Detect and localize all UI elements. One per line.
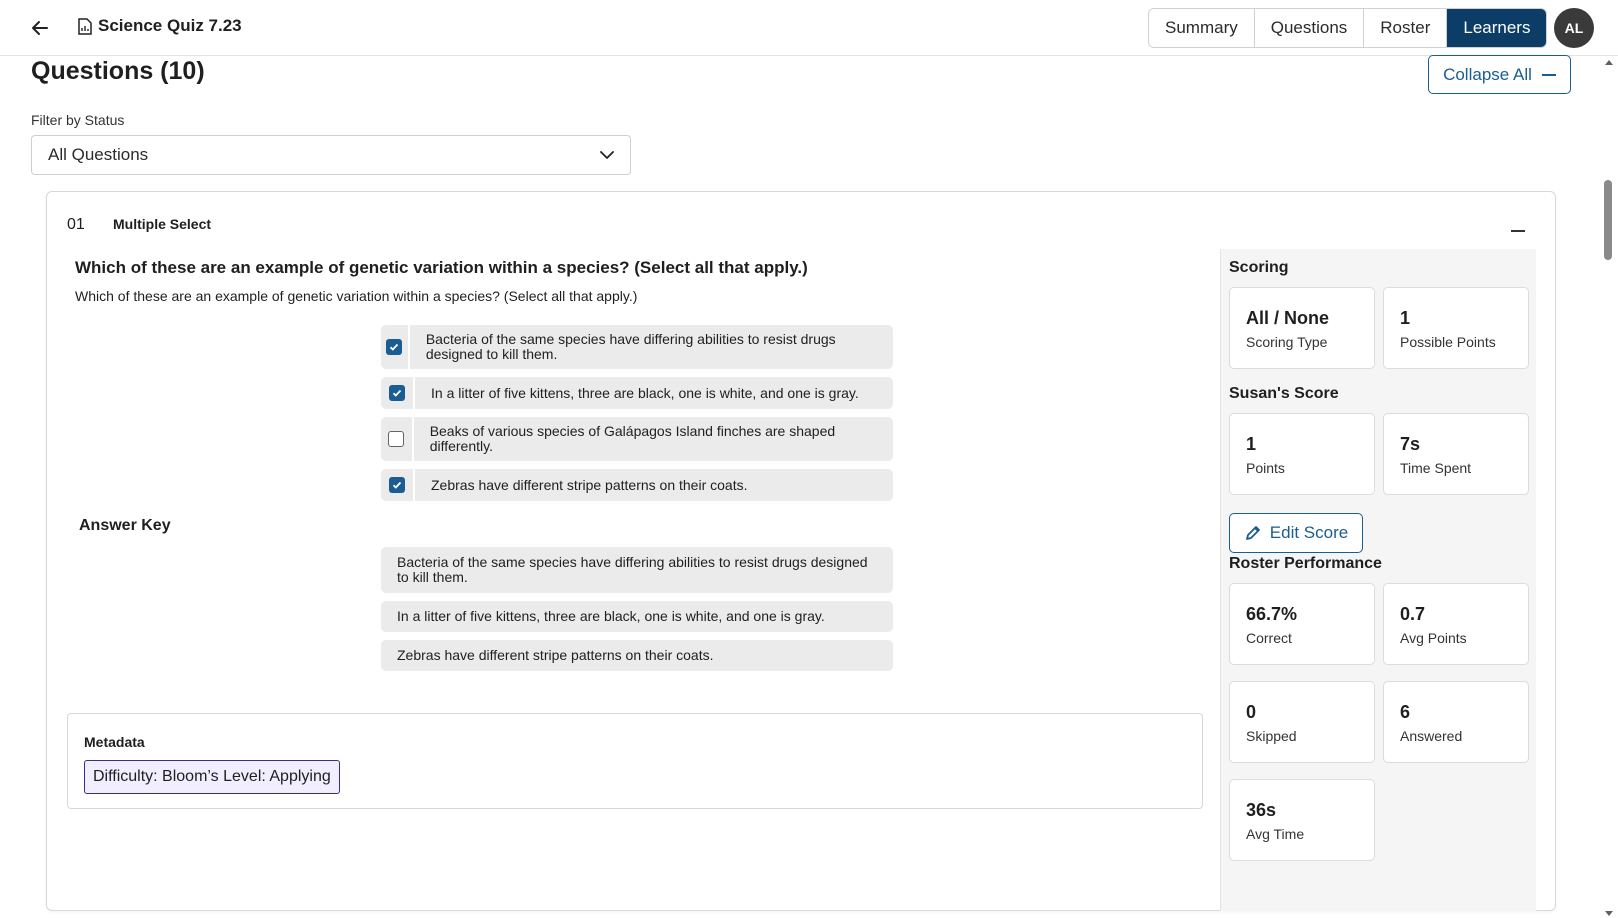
filter-label: Filter by Status: [31, 112, 125, 128]
answer-choice: In a litter of five kittens, three are b…: [381, 377, 893, 409]
checkbox-cell: [381, 325, 410, 369]
collapse-question-button[interactable]: [1509, 218, 1527, 236]
page-scrollbar[interactable]: [1600, 56, 1618, 918]
answered-label: Answered: [1400, 728, 1463, 744]
answer-choice: Bacteria of the same species have differ…: [381, 325, 893, 369]
metadata-box: Metadata Difficulty: Bloom’s Level: Appl…: [67, 713, 1203, 809]
difficulty-tag[interactable]: Difficulty: Bloom’s Level: Applying: [84, 760, 340, 794]
question-type: Multiple Select: [113, 216, 212, 232]
time-spent-card: 7s Time Spent: [1383, 413, 1529, 495]
time-spent-value: 7s: [1400, 434, 1421, 454]
points-label: Points: [1246, 460, 1285, 476]
chevron-down-icon: [600, 151, 614, 159]
scoring-heading: Scoring: [1229, 259, 1289, 276]
checkbox-unchecked: [388, 431, 405, 447]
skipped-card: 0 Skipped: [1229, 681, 1375, 763]
tab-learners[interactable]: Learners: [1447, 9, 1547, 47]
question-title: Which of these are an example of genetic…: [75, 258, 808, 277]
correct-value: 66.7%: [1246, 604, 1298, 624]
quiz-title-text: Science Quiz 7.23: [98, 16, 242, 35]
answered-card: 6 Answered: [1383, 681, 1529, 763]
scroll-down-arrow-icon[interactable]: [1605, 911, 1613, 916]
possible-points-value: 1: [1400, 308, 1411, 328]
avg-points-label: Avg Points: [1400, 630, 1467, 646]
quiz-title: Science Quiz 7.23: [78, 16, 242, 36]
scoring-panel: Scoring All / None Scoring Type 1 Possib…: [1220, 249, 1536, 911]
edit-score-label: Edit Score: [1269, 523, 1349, 542]
tab-questions[interactable]: Questions: [1254, 9, 1365, 47]
checkbox-checked: [386, 339, 403, 355]
question-card: 01 Multiple Select Which of these are an…: [46, 191, 1556, 911]
checkmark-icon: [392, 389, 402, 397]
scoring-type-card: All / None Scoring Type: [1229, 287, 1375, 369]
checkbox-checked: [389, 385, 405, 401]
answer-choice-text: In a litter of five kittens, three are b…: [431, 384, 859, 401]
top-bar: Science Quiz 7.23 Summary Questions Rost…: [0, 0, 1618, 56]
question-text: Which of these are an example of genetic…: [75, 288, 638, 304]
document-icon: [78, 17, 92, 35]
collapse-all-label: Collapse All: [1443, 64, 1532, 84]
answer-choice-text: Bacteria of the same species have differ…: [425, 331, 836, 362]
avatar[interactable]: AL: [1554, 8, 1594, 48]
arrow-left-icon: [32, 21, 48, 35]
answer-choice-text: Zebras have different stripe patterns on…: [431, 476, 748, 493]
avg-points-value: 0.7: [1400, 604, 1426, 624]
points-card: 1 Points: [1229, 413, 1375, 495]
status-filter-select[interactable]: All Questions: [31, 135, 631, 175]
tab-summary[interactable]: Summary: [1149, 9, 1255, 47]
time-spent-label: Time Spent: [1400, 460, 1472, 476]
answer-choice: Zebras have different stripe patterns on…: [381, 469, 893, 501]
correct-card: 66.7% Correct: [1229, 583, 1375, 665]
avg-time-label: Avg Time: [1246, 826, 1305, 842]
answer-key-item: Zebras have different stripe patterns on…: [381, 640, 893, 671]
answer-key-list: Bacteria of the same species have differ…: [381, 547, 893, 679]
possible-points-card: 1 Possible Points: [1383, 287, 1529, 369]
checkmark-icon: [392, 481, 402, 489]
avg-time-card: 36s Avg Time: [1229, 779, 1375, 861]
checkbox-cell: [381, 377, 415, 409]
checkbox-cell: [381, 417, 414, 461]
answer-key-item: In a litter of five kittens, three are b…: [381, 601, 893, 632]
skipped-value: 0: [1246, 702, 1257, 722]
question-number: 01: [67, 216, 85, 233]
scoring-type-label: Scoring Type: [1246, 334, 1328, 350]
collapse-all-button[interactable]: Collapse All: [1428, 55, 1571, 94]
avg-time-value: 36s: [1246, 800, 1277, 820]
checkbox-checked: [389, 477, 405, 493]
view-tabs: Summary Questions Roster Learners: [1148, 8, 1548, 48]
checkbox-cell: [381, 469, 415, 501]
avg-points-card: 0.7 Avg Points: [1383, 583, 1529, 665]
skipped-label: Skipped: [1246, 728, 1297, 744]
scroll-thumb[interactable]: [1604, 180, 1612, 260]
edit-score-button[interactable]: Edit Score: [1229, 513, 1363, 553]
page-title: Questions (10): [31, 57, 205, 85]
checkmark-icon: [390, 343, 399, 351]
scroll-up-arrow-icon[interactable]: [1605, 60, 1613, 65]
minus-icon: [1541, 73, 1556, 76]
tab-roster[interactable]: Roster: [1364, 9, 1448, 47]
minus-icon: [1511, 230, 1525, 232]
learner-score-heading: Susan's Score: [1229, 385, 1339, 402]
points-value: 1: [1246, 434, 1257, 454]
metadata-heading: Metadata: [84, 734, 145, 750]
answer-choices: Bacteria of the same species have differ…: [381, 325, 893, 509]
roster-performance-heading: Roster Performance: [1229, 555, 1382, 572]
pencil-icon: [1245, 526, 1260, 540]
answer-choice-text: Beaks of various species of Galápagos Is…: [429, 423, 836, 454]
status-filter-value: All Questions: [48, 145, 149, 164]
back-button[interactable]: [28, 16, 52, 40]
answer-key-heading: Answer Key: [79, 517, 171, 534]
answer-choice: Beaks of various species of Galápagos Is…: [381, 417, 893, 461]
answer-key-item: Bacteria of the same species have differ…: [381, 547, 893, 593]
possible-points-label: Possible Points: [1400, 334, 1496, 350]
scoring-type-value: All / None: [1246, 308, 1330, 328]
answered-value: 6: [1400, 702, 1411, 722]
correct-label: Correct: [1246, 630, 1292, 646]
